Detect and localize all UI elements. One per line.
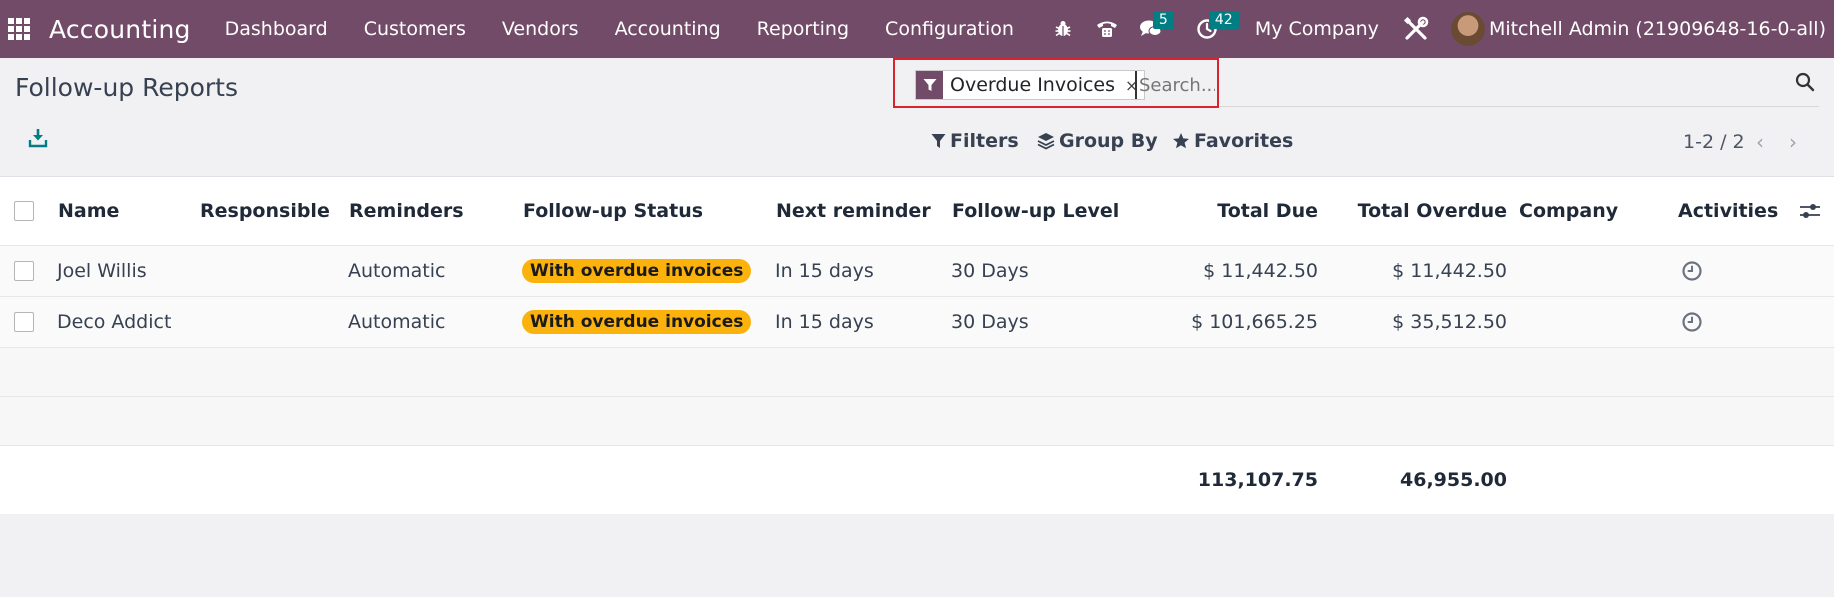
column-header-follow-up-level[interactable]: Follow-up Level: [952, 177, 1119, 245]
filters-label: Filters: [950, 130, 1019, 152]
menu-dashboard[interactable]: Dashboard: [207, 18, 346, 40]
cell-follow-up-status: With overdue invoices: [522, 297, 752, 347]
filter-icon: [916, 71, 943, 99]
cell-total-overdue: $ 35,512.50: [1392, 311, 1507, 333]
cell-follow-up-level: 30 Days: [951, 260, 1029, 282]
row-checkbox[interactable]: [14, 246, 34, 296]
filters-button[interactable]: Filters: [931, 130, 1019, 152]
app-name[interactable]: Accounting: [49, 15, 191, 44]
column-header-company[interactable]: Company: [1519, 177, 1618, 245]
messages-icon[interactable]: 5: [1129, 0, 1174, 58]
cell-next-reminder: In 15 days: [775, 311, 874, 333]
search-input[interactable]: [1135, 71, 1215, 99]
column-header-name[interactable]: Name: [58, 177, 119, 245]
pager-previous-button[interactable]: ‹: [1756, 130, 1764, 154]
activities-clock-icon[interactable]: 42: [1185, 0, 1239, 58]
table-row[interactable]: Joel Willis Automatic With overdue invoi…: [0, 246, 1834, 297]
search-icon[interactable]: [1795, 72, 1815, 97]
group-by-button[interactable]: Group By: [1037, 130, 1158, 152]
search-facet-overdue-invoices[interactable]: Overdue Invoices ×: [915, 70, 1146, 100]
favorites-label: Favorites: [1194, 130, 1294, 152]
cell-reminders: Automatic: [348, 311, 446, 333]
navbar-systray: 5 42 My Company Mitchell Admin (21909648…: [1041, 0, 1834, 58]
company-switcher[interactable]: My Company: [1255, 18, 1379, 40]
apps-menu-icon[interactable]: [8, 18, 30, 40]
cell-name: Joel Willis: [57, 260, 147, 282]
empty-row: [0, 348, 1834, 397]
cell-total-overdue: $ 11,442.50: [1392, 260, 1507, 282]
column-header-reminders[interactable]: Reminders: [349, 177, 464, 245]
search-underline: [1219, 106, 1819, 107]
table-header-row: Name Responsible Reminders Follow-up Sta…: [0, 177, 1834, 246]
group-by-label: Group By: [1059, 130, 1158, 152]
pager-value[interactable]: 1-2 / 2: [1683, 131, 1745, 153]
bug-icon[interactable]: [1041, 0, 1085, 58]
user-menu[interactable]: Mitchell Admin (21909648-16-0-all): [1489, 18, 1826, 40]
total-overdue-sum: 46,955.00: [1400, 469, 1507, 491]
activity-clock-icon[interactable]: [1681, 246, 1703, 296]
favorites-button[interactable]: Favorites: [1172, 130, 1293, 152]
facet-label: Overdue Invoices: [950, 74, 1116, 96]
cell-total-due: $ 11,442.50: [1203, 260, 1318, 282]
cell-follow-up-status: With overdue invoices: [522, 246, 752, 296]
user-avatar[interactable]: [1450, 12, 1485, 46]
search-box-highlighted: Overdue Invoices ×: [893, 58, 1219, 108]
total-due-sum: 113,107.75: [1197, 469, 1318, 491]
menu-accounting[interactable]: Accounting: [597, 18, 739, 40]
select-all-checkbox[interactable]: [14, 177, 34, 245]
column-header-responsible[interactable]: Responsible: [200, 177, 330, 245]
menu-configuration[interactable]: Configuration: [867, 18, 1032, 40]
cell-next-reminder: In 15 days: [775, 260, 874, 282]
messages-count-badge: 5: [1152, 11, 1174, 29]
activities-count-badge: 42: [1208, 11, 1239, 29]
filters-icon: [931, 134, 946, 148]
column-header-total-due[interactable]: Total Due: [1160, 177, 1318, 245]
column-header-total-overdue[interactable]: Total Overdue: [1340, 177, 1507, 245]
optional-columns-toggle-icon[interactable]: [1799, 177, 1821, 245]
cell-follow-up-level: 30 Days: [951, 311, 1029, 333]
status-badge: With overdue invoices: [522, 310, 752, 334]
status-badge: With overdue invoices: [522, 259, 752, 283]
table-row[interactable]: Deco Addict Automatic With overdue invoi…: [0, 297, 1834, 348]
tools-icon[interactable]: [1399, 0, 1433, 58]
cell-total-due: $ 101,665.25: [1191, 311, 1318, 333]
menu-reporting[interactable]: Reporting: [739, 18, 867, 40]
column-header-next-reminder[interactable]: Next reminder: [776, 177, 931, 245]
empty-row: [0, 397, 1834, 446]
row-checkbox[interactable]: [14, 297, 34, 347]
menu-customers[interactable]: Customers: [346, 18, 484, 40]
cell-name: Deco Addict: [57, 311, 172, 333]
column-header-follow-up-status[interactable]: Follow-up Status: [523, 177, 703, 245]
menu-vendors[interactable]: Vendors: [484, 18, 597, 40]
follow-up-table: Name Responsible Reminders Follow-up Sta…: [0, 176, 1834, 514]
layers-icon: [1037, 133, 1055, 150]
phone-icon[interactable]: [1085, 0, 1129, 58]
activity-clock-icon[interactable]: [1681, 297, 1703, 347]
page-title[interactable]: Follow-up Reports: [15, 73, 238, 102]
column-header-activities[interactable]: Activities: [1678, 177, 1778, 245]
table-footer-totals: 113,107.75 46,955.00: [0, 446, 1834, 514]
cell-reminders: Automatic: [348, 260, 446, 282]
star-icon: [1173, 133, 1189, 149]
pager-next-button[interactable]: ›: [1789, 130, 1797, 154]
download-xlsx-icon[interactable]: [28, 128, 48, 153]
top-navbar: Accounting Dashboard Customers Vendors A…: [0, 0, 1834, 58]
